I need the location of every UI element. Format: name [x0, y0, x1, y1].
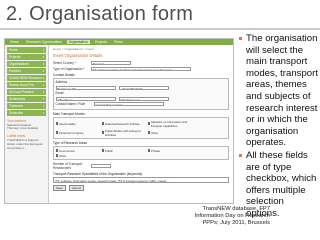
checkbox-icon[interactable]: [101, 122, 104, 125]
researchers-input[interactable]: [91, 164, 111, 168]
slide-caption: TransNEW database, FP7 Information Day o…: [166, 206, 270, 227]
contact-heading: Contact Details: [53, 72, 75, 77]
contact-name-input[interactable]: Contact Person Name: [93, 102, 164, 106]
checkbox-icon[interactable]: [147, 149, 150, 152]
sidebar: Home Projects Organisations Partners Sub…: [5, 45, 49, 203]
contact-name-label: Contact Name / Role: [55, 102, 86, 106]
mode-option[interactable]: Intermodality: [55, 120, 100, 128]
mode-option[interactable]: Financial Company: [55, 129, 100, 137]
contact-panel: Address Bucharest, RO +40 21 000 00 00 E…: [53, 77, 229, 110]
save-button[interactable]: Save: [53, 185, 66, 191]
mode-option[interactable]: Other: [147, 129, 192, 137]
checkbox-icon[interactable]: [147, 131, 150, 134]
mode-option[interactable]: Statistics on Information and transport …: [147, 120, 192, 128]
tab-research[interactable]: Research Opportunities: [24, 40, 64, 44]
area-option[interactable]: Public: [101, 149, 146, 153]
menu-item-all-good[interactable]: All Good Practice: [7, 89, 46, 95]
checkbox-icon[interactable]: [147, 122, 150, 125]
menu-item-partners[interactable]: Partners: [7, 68, 46, 74]
menu-item-subscribe[interactable]: Subscribe: [7, 110, 46, 116]
modes-checkboxes: Intermodality National Research Institut…: [53, 117, 229, 139]
areas-heading: Type of Research Areas: [53, 141, 88, 145]
menu-item-transnew[interactable]: Transnew: [7, 103, 46, 109]
area-option[interactable]: Private: [147, 149, 192, 153]
checkbox-icon[interactable]: [55, 149, 58, 152]
checkbox-icon[interactable]: [55, 122, 58, 125]
caption-line-2: Information Day on Research: [194, 213, 270, 219]
area-option[interactable]: Government: [55, 149, 100, 153]
cancel-button[interactable]: Cancel: [68, 185, 85, 191]
caption-line-1: TransNEW database, FP7: [202, 206, 270, 212]
tab-projects[interactable]: Projects: [93, 40, 109, 44]
slide-description: The organisation will select the main tr…: [239, 33, 319, 221]
email-input[interactable]: office@ro.ro: [55, 96, 116, 101]
breadcrumb: Home > Organisations > Insert: [53, 47, 94, 51]
form-title: Insert Organisation Details: [53, 53, 103, 58]
address-input[interactable]: Bucharest, RO: [55, 85, 116, 90]
context-text-2: This item to be detailed: [7, 126, 39, 131]
checkbox-icon[interactable]: [101, 131, 104, 134]
form-main: Home > Organisations > Insert Insert Org…: [49, 45, 233, 203]
country-select[interactable]: Romania: [91, 61, 131, 65]
tab-organisation[interactable]: Organisation: [66, 40, 90, 44]
tab-plans[interactable]: Plans: [112, 40, 124, 44]
checkbox-icon[interactable]: [55, 131, 58, 134]
slide-title: 2. Organisation form: [6, 3, 194, 25]
mode-option[interactable]: National Research Institute: [101, 120, 146, 128]
menu-item-organisations[interactable]: Organisations: [7, 61, 46, 67]
web-input[interactable]: http://www.ro.ro: [118, 96, 169, 101]
area-option[interactable]: Other: [55, 154, 100, 158]
caption-line-3: PPPs; July 2011, Brussels: [202, 220, 270, 226]
news-text: TransNEW is a Support Action under the E…: [7, 138, 43, 150]
spec-textarea[interactable]: ITS, software, information society, rese…: [53, 177, 229, 183]
menu-item-summaries[interactable]: Summaries: [7, 96, 46, 102]
type-label: Type of Organisation *: [53, 66, 85, 71]
mode-option[interactable]: Public Bodies with transport activities: [101, 129, 146, 137]
context-heading: Your context: [7, 118, 26, 123]
researchers-label: Number of Transport Researchers: [53, 162, 83, 170]
menu-item-submit-research[interactable]: Submit NEW Research: [7, 75, 46, 81]
title-divider: [0, 28, 320, 30]
country-label: Select Country *: [53, 61, 77, 65]
menu-item-projects[interactable]: Projects: [7, 54, 46, 60]
description-bullet-1: The organisation will select the main tr…: [239, 33, 319, 149]
app-screenshot: Home Research Opportunities Organisation…: [4, 38, 234, 204]
phone-input[interactable]: +40 21 000 00 00: [118, 85, 169, 90]
type-select[interactable]: The National Institute for Research & De…: [91, 66, 191, 71]
spec-heading: Transport Research Specialities of the O…: [53, 172, 143, 176]
tab-home[interactable]: Home: [8, 40, 21, 44]
menu-item-submit-good[interactable]: Submit Good Pra...: [7, 82, 46, 88]
areas-checkboxes: Government Public Private Other: [53, 146, 229, 160]
checkbox-icon[interactable]: [55, 154, 58, 157]
modes-heading: Main Transport Modes: [53, 112, 85, 116]
email-label: Email: [55, 91, 64, 95]
menu-item-home[interactable]: Home: [7, 47, 46, 53]
checkbox-icon[interactable]: [101, 149, 104, 152]
address-label: Address: [55, 80, 68, 84]
